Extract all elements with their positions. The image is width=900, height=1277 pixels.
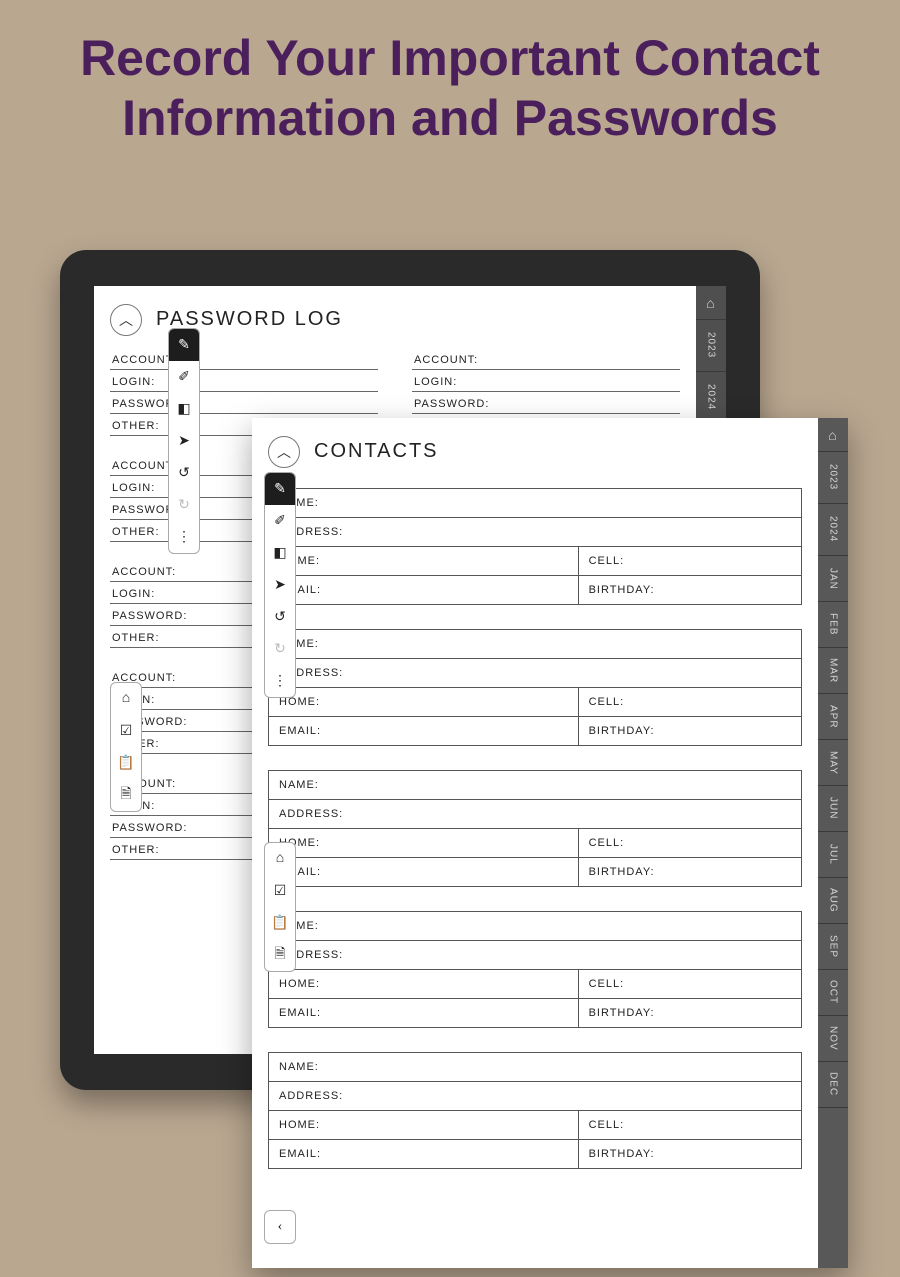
redo-button[interactable]: ↻ — [265, 633, 295, 665]
pen-toolbar: ✎ ✐ ◧ ➤ ↺ ↻ ⋮ — [264, 472, 296, 698]
contact-home-label[interactable]: HOME: — [269, 547, 578, 575]
tab-month-jan[interactable]: JAN — [818, 556, 848, 602]
tab-year-2024[interactable]: 2024 — [696, 372, 726, 424]
pw-account-label[interactable]: ACCOUNT: — [110, 348, 378, 370]
clipboard-icon[interactable]: 📋 — [111, 747, 141, 779]
contact-name-label[interactable]: NAME: — [269, 489, 801, 517]
tab-year-2024[interactable]: 2024 — [818, 504, 848, 556]
contact-block: NAME: ADDRESS: HOME:CELL: EMAIL:BIRTHDAY… — [268, 770, 802, 887]
contact-email-label[interactable]: EMAIL: — [269, 858, 578, 886]
check-icon[interactable]: ☑ — [111, 715, 141, 747]
contact-cell-label[interactable]: CELL: — [578, 970, 801, 998]
contacts-page: ︿ CONTACTS NAME: ADDRESS: HOME:CELL: EMA… — [252, 418, 848, 1268]
tab-month-apr[interactable]: APR — [818, 694, 848, 740]
hero-title: Record Your Important Contact Informatio… — [0, 0, 900, 158]
chevron-up-icon: ︿ — [119, 310, 133, 330]
side-tabs: ⌂ 2023 2024 JAN FEB MAR APR MAY JUN JUL … — [818, 418, 848, 1268]
doc-icon[interactable]: 🗎 — [265, 939, 295, 971]
pw-account-label[interactable]: ACCOUNT: — [412, 348, 680, 370]
tab-month-dec[interactable]: DEC — [818, 1062, 848, 1108]
contact-email-label[interactable]: EMAIL: — [269, 999, 578, 1027]
contact-cell-label[interactable]: CELL: — [578, 1111, 801, 1139]
contact-name-label[interactable]: NAME: — [269, 1053, 801, 1081]
contact-email-label[interactable]: EMAIL: — [269, 717, 578, 745]
contact-address-label[interactable]: ADDRESS: — [269, 518, 801, 546]
pointer-tool[interactable]: ➤ — [169, 425, 199, 457]
eraser-tool[interactable]: ◧ — [169, 393, 199, 425]
nav-toolbar: ⌂ ☑ 📋 🗎 — [264, 842, 296, 972]
home-icon[interactable]: ⌂ — [111, 683, 141, 715]
clipboard-icon[interactable]: 📋 — [265, 907, 295, 939]
contact-block: NAME: ADDRESS: HOME:CELL: EMAIL:BIRTHDAY… — [268, 911, 802, 1028]
tab-month-feb[interactable]: FEB — [818, 602, 848, 648]
contact-address-label[interactable]: ADDRESS: — [269, 659, 801, 687]
collapse-button[interactable]: ︿ — [268, 436, 300, 468]
pw-password-label[interactable]: PASSWORD: — [110, 392, 378, 414]
page-title: CONTACTS — [314, 440, 439, 463]
pw-login-label[interactable]: LOGIN: — [412, 370, 680, 392]
undo-button[interactable]: ↺ — [169, 457, 199, 489]
contact-home-label[interactable]: HOME: — [269, 970, 578, 998]
tab-home[interactable]: ⌂ — [696, 286, 726, 320]
contact-birthday-label[interactable]: BIRTHDAY: — [578, 858, 801, 886]
contact-name-label[interactable]: NAME: — [269, 771, 801, 799]
contact-cell-label[interactable]: CELL: — [578, 829, 801, 857]
contact-address-label[interactable]: ADDRESS: — [269, 941, 801, 969]
pw-password-label[interactable]: PASSWORD: — [412, 392, 680, 414]
contact-block: NAME: ADDRESS: HOME:CELL: EMAIL:BIRTHDAY… — [268, 629, 802, 746]
tab-year-2023[interactable]: 2023 — [818, 452, 848, 504]
contact-name-label[interactable]: NAME: — [269, 630, 801, 658]
pen-tool[interactable]: ✎ — [265, 473, 295, 505]
contact-cell-label[interactable]: CELL: — [578, 688, 801, 716]
tab-month-nov[interactable]: NOV — [818, 1016, 848, 1062]
pointer-tool[interactable]: ➤ — [265, 569, 295, 601]
contact-home-label[interactable]: HOME: — [269, 829, 578, 857]
contact-block: NAME: ADDRESS: HOME:CELL: EMAIL:BIRTHDAY… — [268, 1052, 802, 1169]
contact-block: NAME: ADDRESS: HOME:CELL: EMAIL:BIRTHDAY… — [268, 488, 802, 605]
more-button[interactable]: ⋮ — [169, 521, 199, 553]
pen-toolbar: ✎ ✐ ◧ ➤ ↺ ↻ ⋮ — [168, 328, 200, 554]
eraser-tool[interactable]: ◧ — [265, 537, 295, 569]
tab-home[interactable]: ⌂ — [818, 418, 848, 452]
undo-button[interactable]: ↺ — [265, 601, 295, 633]
back-toolbar: ‹ — [264, 1210, 296, 1244]
contact-birthday-label[interactable]: BIRTHDAY: — [578, 717, 801, 745]
more-button[interactable]: ⋮ — [265, 665, 295, 697]
tab-month-sep[interactable]: SEP — [818, 924, 848, 970]
tab-month-jun[interactable]: JUN — [818, 786, 848, 832]
tab-year-2023[interactable]: 2023 — [696, 320, 726, 372]
contact-email-label[interactable]: EMAIL: — [269, 1140, 578, 1168]
pw-login-label[interactable]: LOGIN: — [110, 370, 378, 392]
tab-month-aug[interactable]: AUG — [818, 878, 848, 924]
tab-month-mar[interactable]: MAR — [818, 648, 848, 694]
home-icon[interactable]: ⌂ — [265, 843, 295, 875]
contact-address-label[interactable]: ADDRESS: — [269, 1082, 801, 1110]
pen-tool[interactable]: ✎ — [169, 329, 199, 361]
check-icon[interactable]: ☑ — [265, 875, 295, 907]
back-icon[interactable]: ‹ — [265, 1211, 295, 1243]
contact-email-label[interactable]: EMAIL: — [269, 576, 578, 604]
tab-month-oct[interactable]: OCT — [818, 970, 848, 1016]
chevron-up-icon: ︿ — [277, 442, 291, 462]
contact-name-label[interactable]: NAME: — [269, 912, 801, 940]
tab-month-may[interactable]: MAY — [818, 740, 848, 786]
contact-birthday-label[interactable]: BIRTHDAY: — [578, 1140, 801, 1168]
collapse-button[interactable]: ︿ — [110, 304, 142, 336]
highlighter-tool[interactable]: ✐ — [169, 361, 199, 393]
tab-month-jul[interactable]: JUL — [818, 832, 848, 878]
contact-home-label[interactable]: HOME: — [269, 688, 578, 716]
nav-toolbar: ⌂ ☑ 📋 🗎 — [110, 682, 142, 812]
doc-icon[interactable]: 🗎 — [111, 779, 141, 811]
contact-birthday-label[interactable]: BIRTHDAY: — [578, 999, 801, 1027]
contact-address-label[interactable]: ADDRESS: — [269, 800, 801, 828]
contact-home-label[interactable]: HOME: — [269, 1111, 578, 1139]
redo-button[interactable]: ↻ — [169, 489, 199, 521]
contact-birthday-label[interactable]: BIRTHDAY: — [578, 576, 801, 604]
contact-cell-label[interactable]: CELL: — [578, 547, 801, 575]
highlighter-tool[interactable]: ✐ — [265, 505, 295, 537]
